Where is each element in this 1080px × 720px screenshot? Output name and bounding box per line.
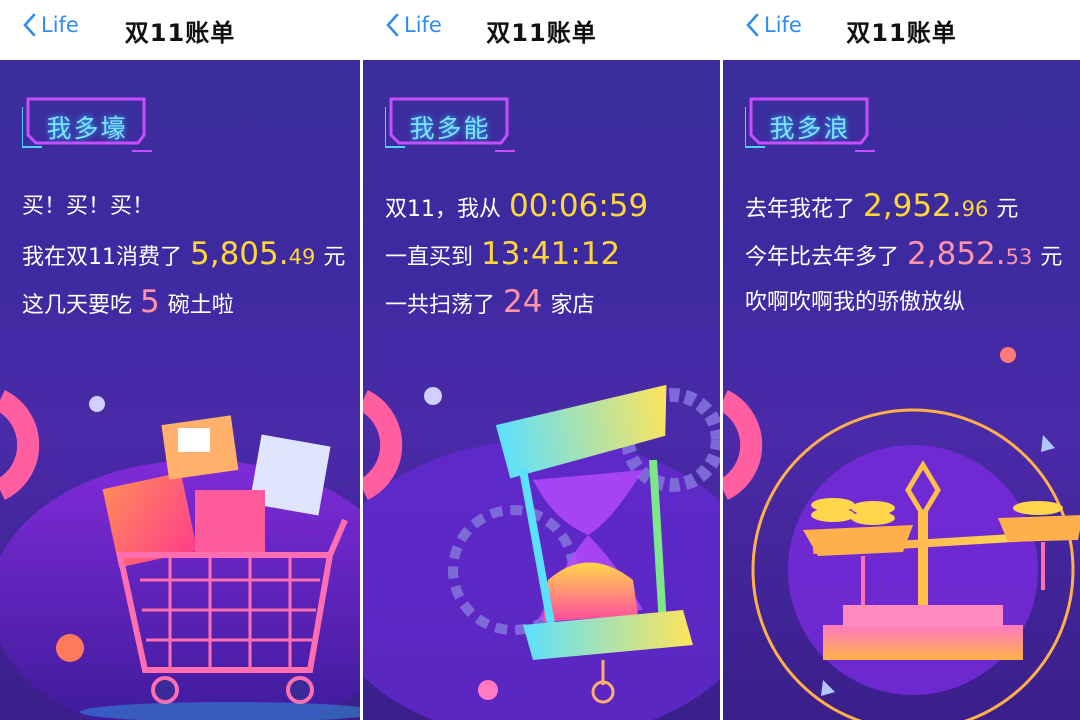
- count-value: 5: [140, 284, 160, 320]
- line-unit: 元: [996, 197, 1019, 222]
- back-label: Life: [41, 13, 79, 37]
- line-unit: 碗土啦: [167, 293, 234, 318]
- line-text: 双11，我从: [385, 197, 501, 222]
- panel-time: Life 双11账单 我多能 双11，我从 00:06:59 一直买到 13:41:…: [360, 0, 720, 720]
- chevron-left-icon: [746, 13, 759, 37]
- amount-main: 5,805.: [190, 236, 289, 272]
- summary-text: 买！买！买！ 我在双11消费了 5,805.49 元 这几天要吃 5 碗土啦: [22, 188, 345, 332]
- amount-decimal: 49: [288, 245, 316, 269]
- nav-bar: Life 双11账单: [723, 0, 1080, 60]
- badge-label: 我多能: [409, 114, 491, 143]
- line-text: 吹啊吹啊我的骄傲放纵: [745, 290, 966, 315]
- back-label: Life: [764, 13, 802, 37]
- tag-badge: 我多壕: [22, 95, 152, 157]
- line-unit: 元: [323, 245, 346, 270]
- panel-spending: Life 双11账单 我多壕 买！买！买！ 我在双11消费了 5,805.49 元 …: [0, 0, 360, 720]
- tag-badge: 我多浪: [745, 95, 875, 157]
- badge-label: 我多壕: [46, 114, 128, 143]
- page-title: 双11账单: [846, 18, 957, 47]
- summary-line: 吹啊吹啊我的骄傲放纵: [745, 284, 1062, 332]
- summary-line: 双11，我从 00:06:59: [385, 188, 656, 236]
- back-button[interactable]: Life: [22, 13, 79, 37]
- amount-main: 2,852.: [907, 236, 1006, 272]
- back-label: Life: [404, 13, 442, 37]
- line-text: 去年我花了: [745, 197, 856, 222]
- line-text: 这几天要吃: [22, 293, 133, 318]
- summary-line: 去年我花了 2,952.96 元: [745, 188, 1062, 236]
- summary-line: 买！买！买！: [22, 188, 345, 236]
- summary-line: 我在双11消费了 5,805.49 元: [22, 236, 345, 284]
- chevron-left-icon: [23, 13, 36, 37]
- time-value: 13:41:12: [481, 236, 621, 272]
- line-unit: 家店: [550, 293, 595, 318]
- chevron-left-icon: [386, 13, 399, 37]
- amount-value: 5,805.49: [190, 236, 315, 272]
- bill-screens: Life 双11账单 我多壕 买！买！买！ 我在双11消费了 5,805.49 元 …: [0, 0, 1080, 720]
- page-title: 双11账单: [486, 18, 597, 47]
- nav-bar: Life 双11账单: [0, 0, 360, 60]
- summary-text: 双11，我从 00:06:59 一直买到 13:41:12 一共扫荡了 24 家店: [385, 188, 656, 332]
- amount-decimal: 53: [1005, 245, 1033, 269]
- line-text: 一直买到: [385, 245, 474, 270]
- time-value: 00:06:59: [509, 188, 649, 224]
- shopping-cart-illustration: [0, 390, 360, 720]
- amount-value: 2,852.53: [907, 236, 1032, 272]
- page-title: 双11账单: [124, 18, 236, 47]
- nav-bar: Life 双11账单: [363, 0, 720, 60]
- summary-line: 今年比去年多了 2,852.53 元: [745, 236, 1062, 284]
- summary-line: 一共扫荡了 24 家店: [385, 284, 656, 332]
- summary-line: 这几天要吃 5 碗土啦: [22, 284, 345, 332]
- line-text: 买！买！买！: [22, 194, 155, 219]
- summary-line: 一直买到 13:41:12: [385, 236, 656, 284]
- amount-value: 2,952.96: [863, 188, 988, 224]
- summary-text: 去年我花了 2,952.96 元 今年比去年多了 2,852.53 元 吹啊吹啊我的骄傲…: [745, 188, 1062, 332]
- tag-badge: 我多能: [385, 95, 515, 157]
- amount-main: 2,952.: [863, 188, 962, 224]
- hourglass-illustration: [363, 384, 720, 720]
- back-button[interactable]: Life: [745, 13, 802, 37]
- back-button[interactable]: Life: [385, 13, 442, 37]
- line-unit: 元: [1040, 245, 1063, 270]
- panel-compare: Life 双11账单 我多浪 去年我花了 2,952.96 元 今年比去年多了 2,8…: [720, 0, 1080, 720]
- amount-decimal: 96: [961, 197, 989, 221]
- line-text: 一共扫荡了: [385, 293, 496, 318]
- balance-scale-illustration: [723, 347, 1080, 720]
- count-value: 24: [503, 284, 543, 320]
- badge-label: 我多浪: [769, 114, 851, 143]
- line-text: 我在双11消费了: [22, 245, 182, 270]
- line-text: 今年比去年多了: [745, 245, 900, 270]
